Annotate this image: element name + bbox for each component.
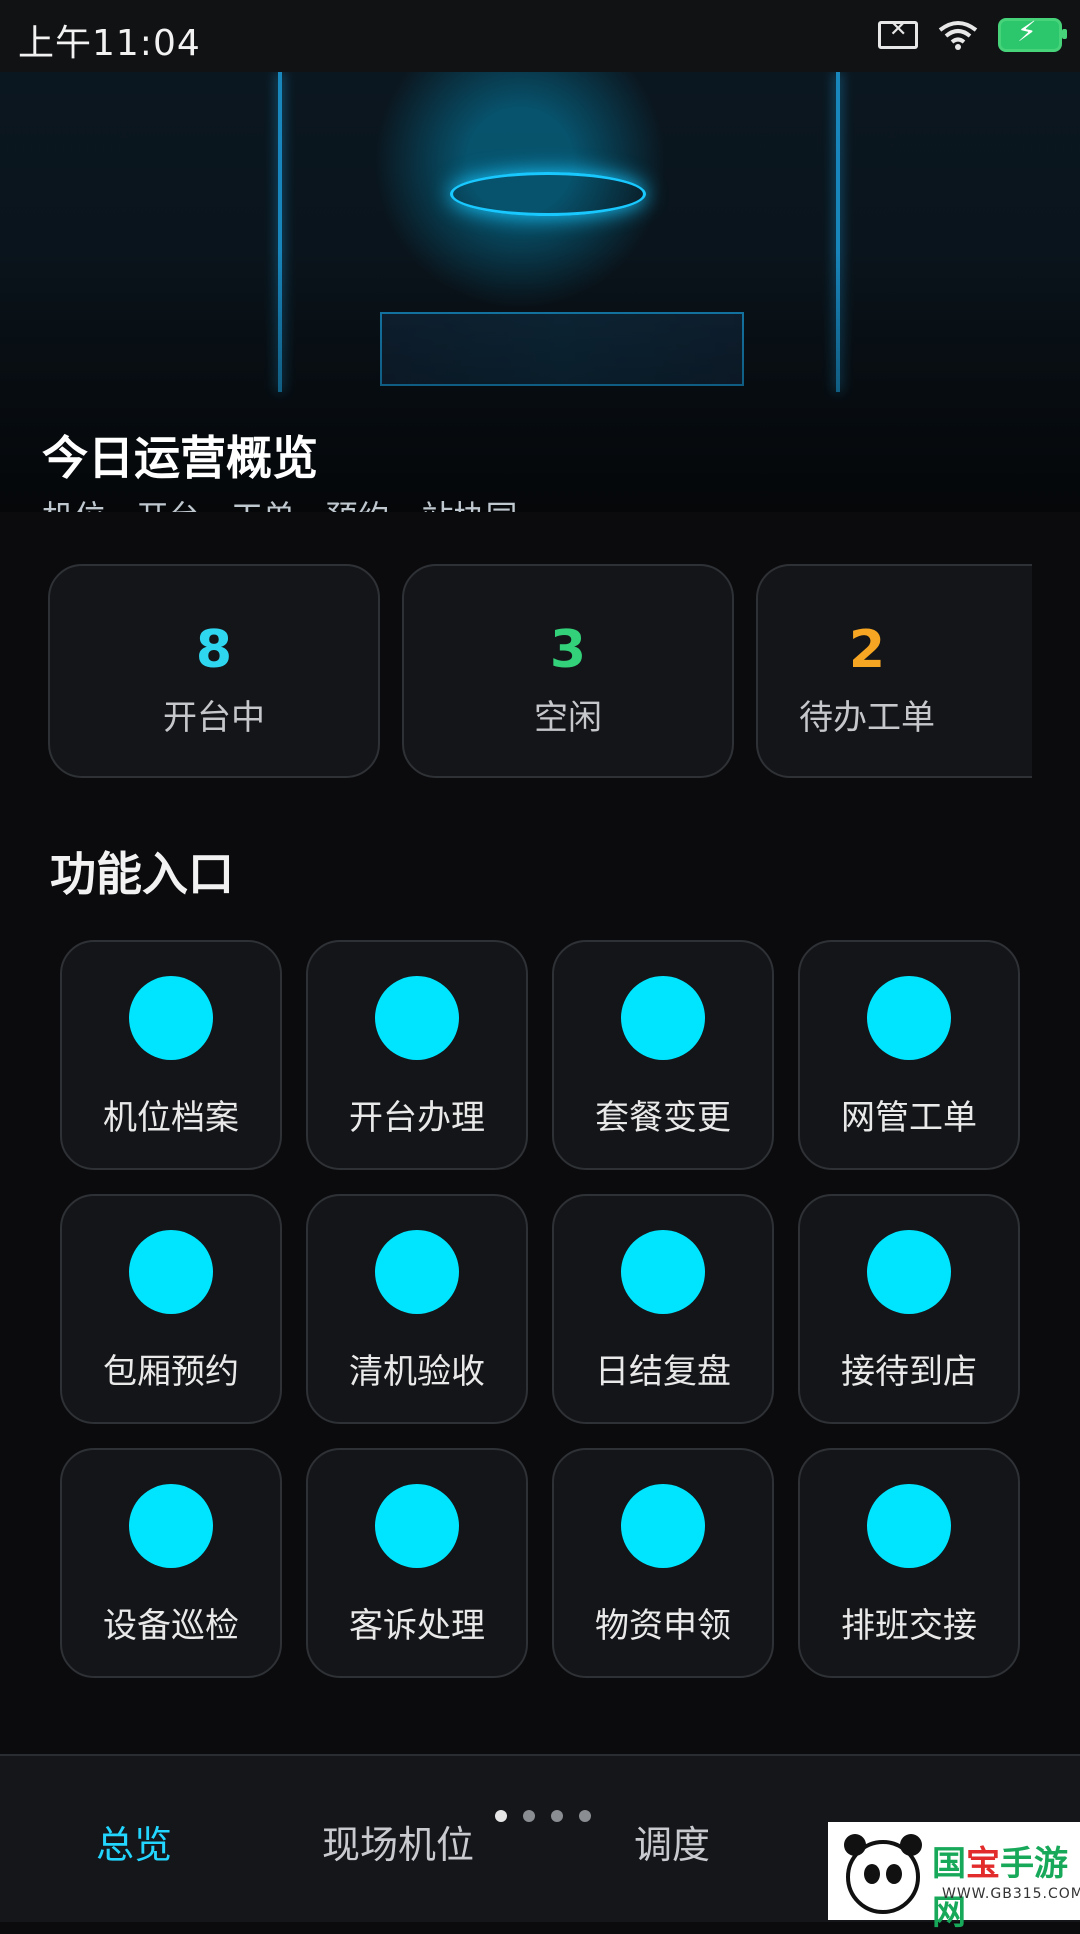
panda-logo-icon — [844, 1834, 922, 1914]
function-icon — [621, 1230, 705, 1314]
page-dot — [551, 1810, 563, 1822]
function-icon — [867, 1484, 951, 1568]
hero-banner: 今日运营概览 机位 · 开台 · 工单 · 预约一站协同 — [0, 72, 1080, 512]
function-tile[interactable]: 客诉处理 — [306, 1448, 528, 1678]
function-label: 日结复盘 — [595, 1352, 731, 1392]
function-icon — [621, 1484, 705, 1568]
function-icon — [375, 1230, 459, 1314]
banner-title: 今日运营概览 — [42, 431, 318, 485]
function-tile[interactable]: 排班交接 — [798, 1448, 1020, 1678]
function-tile[interactable]: 物资申领 — [552, 1448, 774, 1678]
status-time: 上午11:04 — [18, 23, 201, 64]
watermark-url: WWW.GB315.COM — [942, 1886, 1080, 1902]
function-label: 接待到店 — [841, 1352, 977, 1392]
stat-value: 3 — [549, 620, 587, 680]
page-dot — [523, 1810, 535, 1822]
function-label: 设备巡检 — [103, 1606, 239, 1646]
function-label: 包厢预约 — [103, 1352, 239, 1392]
status-bar: 上午11:04 ⚡ — [0, 0, 1080, 72]
function-tile[interactable]: 设备巡检 — [60, 1448, 282, 1678]
function-tile[interactable]: 接待到店 — [798, 1194, 1020, 1424]
function-icon — [375, 1484, 459, 1568]
battery-charging-icon: ⚡ — [998, 15, 1067, 52]
watermark-brand-part: 国 — [932, 1844, 966, 1884]
stat-value: 2 — [848, 620, 886, 680]
stat-label: 待办工单 — [799, 698, 935, 738]
function-label: 套餐变更 — [595, 1098, 731, 1138]
function-icon — [375, 976, 459, 1060]
function-tile[interactable]: 机位档案 — [60, 940, 282, 1170]
tab-floor-stations[interactable]: 现场机位 — [322, 1814, 474, 1869]
panda-eye — [886, 1864, 902, 1884]
stat-label: 开台中 — [163, 698, 265, 738]
function-icon — [867, 1230, 951, 1314]
function-icon — [129, 976, 213, 1060]
function-tile[interactable]: 包厢预约 — [60, 1194, 282, 1424]
function-label: 网管工单 — [841, 1098, 977, 1138]
function-tile[interactable]: 套餐变更 — [552, 940, 774, 1170]
function-tile[interactable]: 开台办理 — [306, 940, 528, 1170]
function-tile[interactable]: 日结复盘 — [552, 1194, 774, 1424]
function-icon — [129, 1230, 213, 1314]
wifi-icon — [938, 21, 978, 50]
function-label: 清机验收 — [349, 1352, 485, 1392]
function-icon — [621, 976, 705, 1060]
function-tile[interactable]: 网管工单 — [798, 940, 1020, 1170]
watermark-brand: 国宝手游网 — [932, 1836, 1080, 1934]
function-icon — [129, 1484, 213, 1568]
function-label: 排班交接 — [841, 1606, 977, 1646]
stat-card-idle[interactable]: 3 空闲 — [402, 564, 734, 778]
stat-card-pending-orders[interactable]: 2 待办工单 — [756, 564, 1032, 778]
function-label: 物资申领 — [595, 1606, 731, 1646]
tab-overview[interactable]: 总览 — [96, 1814, 172, 1869]
function-icon — [867, 976, 951, 1060]
panda-eye — [864, 1864, 880, 1884]
page-dot — [495, 1810, 507, 1822]
section-title: 功能入口 — [50, 847, 234, 901]
stats-row: 8 开台中 3 空闲 2 待办工单 — [48, 564, 1032, 780]
function-label: 开台办理 — [349, 1098, 485, 1138]
stat-card-open[interactable]: 8 开台中 — [48, 564, 380, 778]
stat-value: 8 — [195, 620, 233, 680]
watermark-brand-part: 宝 — [966, 1844, 1000, 1884]
function-label: 机位档案 — [103, 1098, 239, 1138]
function-tile[interactable]: 清机验收 — [306, 1194, 528, 1424]
tab-dispatch[interactable]: 调度 — [634, 1814, 710, 1869]
sim-off-icon — [878, 17, 918, 49]
page-indicator — [495, 1810, 591, 1822]
banner-subtitle: 机位 · 开台 · 工单 · 预约一站协同 — [42, 492, 518, 512]
function-label: 客诉处理 — [349, 1606, 485, 1646]
stat-label: 空闲 — [534, 698, 602, 738]
status-icons: ⚡ — [878, 15, 1067, 52]
page-dot — [579, 1810, 591, 1822]
watermark: 国宝手游网 WWW.GB315.COM — [828, 1822, 1080, 1933]
